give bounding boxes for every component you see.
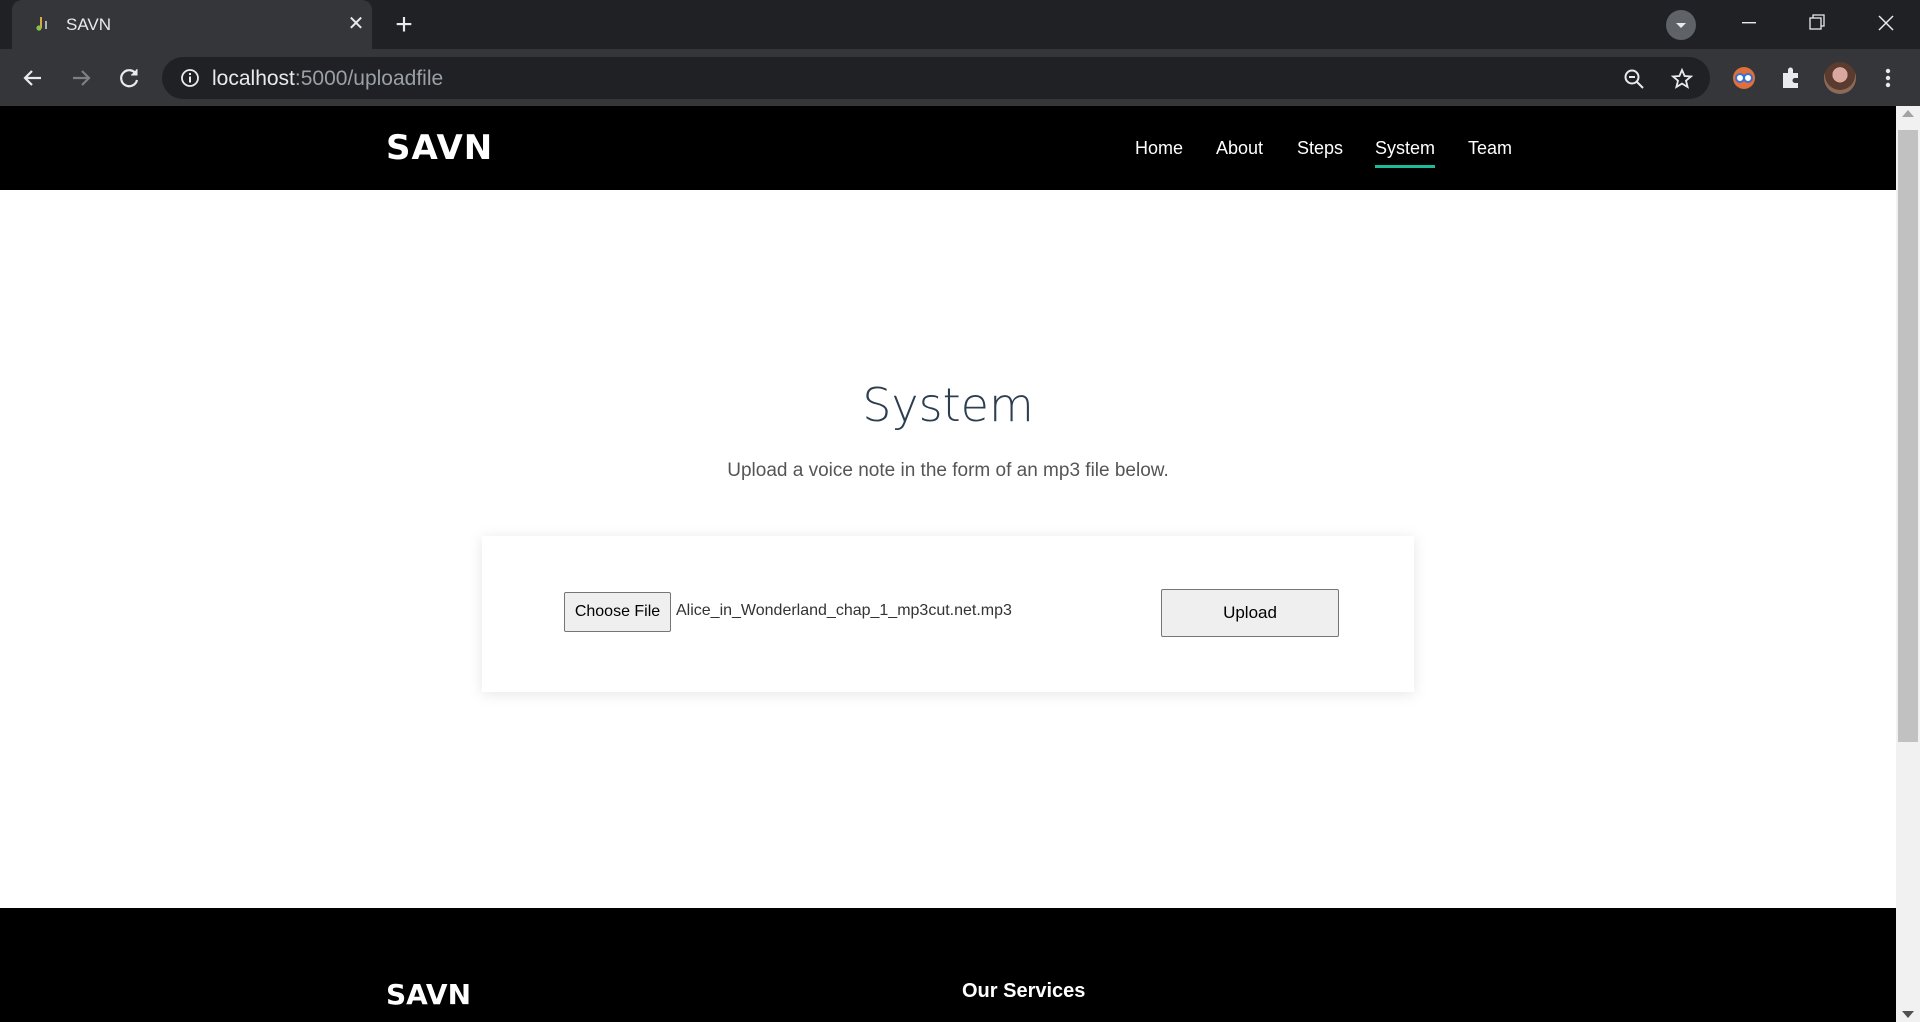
scroll-up-icon[interactable] xyxy=(1902,110,1914,117)
selected-file-name: Alice_in_Wonderland_chap_1_mp3cut.net.mp… xyxy=(676,602,1012,619)
browser-tab-bar: SAVN ✕ + xyxy=(0,0,1920,49)
site-footer: SAVN Our Services xyxy=(0,908,1896,1022)
extension-icon[interactable] xyxy=(1730,64,1758,92)
music-note-icon xyxy=(36,17,47,31)
avatar[interactable] xyxy=(1824,62,1856,94)
footer-services-heading: Our Services xyxy=(962,980,1086,1002)
nav-system[interactable]: System xyxy=(1375,138,1436,168)
star-icon[interactable] xyxy=(1670,67,1694,91)
minimize-icon[interactable] xyxy=(1730,8,1766,38)
address-bar[interactable]: localhost:5000/uploadfile xyxy=(162,57,1710,99)
puzzle-icon[interactable] xyxy=(1777,64,1805,92)
url-path: :5000/uploadfile xyxy=(294,67,444,90)
chevron-down-icon xyxy=(1676,23,1686,28)
close-icon[interactable]: ✕ xyxy=(344,12,368,36)
restore-icon[interactable] xyxy=(1798,8,1834,38)
back-icon[interactable] xyxy=(18,63,48,93)
forward-icon[interactable] xyxy=(66,63,96,93)
upload-form: Choose File Alice_in_Wonderland_chap_1_m… xyxy=(482,536,1414,692)
active-underline xyxy=(1375,165,1436,168)
scroll-down-icon[interactable] xyxy=(1902,1011,1914,1018)
close-window-icon[interactable] xyxy=(1868,8,1904,38)
site-logo[interactable]: SAVN xyxy=(386,128,493,168)
scroll-thumb[interactable] xyxy=(1898,130,1918,742)
url-host: localhost xyxy=(212,67,295,90)
reload-icon[interactable] xyxy=(114,63,144,93)
page-viewport: SAVN Home About Steps System Team System… xyxy=(0,106,1896,1022)
tab-search-button[interactable] xyxy=(1666,10,1696,40)
browser-tab[interactable]: SAVN ✕ xyxy=(12,0,372,49)
site-header: SAVN Home About Steps System Team xyxy=(0,106,1896,190)
nav-team[interactable]: Team xyxy=(1468,138,1512,159)
zoom-icon[interactable] xyxy=(1622,67,1646,91)
page-subtitle: Upload a voice note in the form of an mp… xyxy=(727,460,1169,481)
nav-system-label: System xyxy=(1375,138,1436,158)
info-icon[interactable] xyxy=(180,68,200,88)
page-title: System xyxy=(862,378,1034,432)
browser-toolbar: localhost:5000/uploadfile xyxy=(0,49,1920,106)
menu-icon[interactable] xyxy=(1874,64,1902,92)
tab-title: SAVN xyxy=(66,15,112,34)
nav-about[interactable]: About xyxy=(1216,138,1263,159)
footer-logo: SAVN xyxy=(386,978,472,1011)
url-text[interactable]: localhost:5000/uploadfile xyxy=(212,67,443,91)
choose-file-button[interactable]: Choose File xyxy=(564,592,671,632)
plus-icon[interactable]: + xyxy=(388,10,420,42)
page-scrollbar[interactable] xyxy=(1896,106,1920,1022)
nav-home[interactable]: Home xyxy=(1135,138,1183,159)
nav-steps[interactable]: Steps xyxy=(1297,138,1343,159)
upload-button[interactable]: Upload xyxy=(1161,589,1339,637)
